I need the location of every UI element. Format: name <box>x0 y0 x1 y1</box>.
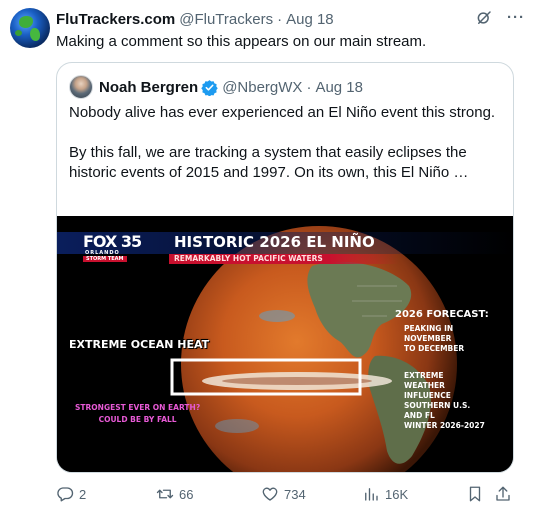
reply-count: 2 <box>79 486 87 502</box>
post-actions: 2 66 734 16K <box>56 478 514 510</box>
quoted-author-avatar[interactable] <box>69 75 93 99</box>
forecast-title: 2026 FORECAST: <box>395 309 489 320</box>
author-avatar[interactable] <box>10 8 50 48</box>
author-handle[interactable]: @FluTrackers <box>179 11 273 28</box>
bookmark-icon <box>469 486 481 502</box>
separator: · <box>306 78 312 96</box>
graphic-subhead: REMARKABLY HOT PACIFIC WATERS <box>174 254 323 263</box>
globe-land <box>19 16 33 28</box>
view-count: 16K <box>385 486 409 502</box>
graphic-headline: HISTORIC 2026 EL NIÑO <box>174 233 375 251</box>
quoted-author-name[interactable]: Noah Bergren <box>99 79 198 96</box>
share-icon <box>496 486 510 501</box>
quoted-author-handle[interactable]: @NbergWX <box>222 79 302 96</box>
more-icon[interactable]: ··· <box>507 9 525 27</box>
media-image[interactable]: FOX 35 ORLANDO STORM TEAM HISTORIC 2026 … <box>57 216 513 472</box>
quoted-post-header: Noah Bergren @NbergWX · Aug 18 <box>69 75 363 99</box>
bookmark-button[interactable] <box>466 485 484 503</box>
grok-icon[interactable] <box>475 9 493 27</box>
fox35-logo: FOX 35 <box>83 232 142 251</box>
quoted-post[interactable]: Noah Bergren @NbergWX · Aug 18 Nobody al… <box>56 62 514 473</box>
repost-button[interactable]: 66 <box>156 485 193 503</box>
repost-count: 66 <box>179 486 194 502</box>
post-header: FluTrackers.com @FluTrackers · Aug 18 ··… <box>56 9 525 29</box>
like-button[interactable]: 734 <box>261 485 306 503</box>
heart-icon <box>262 487 278 501</box>
post-date[interactable]: Aug 18 <box>286 11 334 28</box>
separator: · <box>277 10 283 28</box>
like-count: 734 <box>284 486 306 502</box>
reply-icon <box>57 487 74 502</box>
globe-land <box>15 30 22 36</box>
quoted-text-paragraph: Nobody alive has ever experienced an El … <box>69 104 496 121</box>
forecast-influence: EXTREME WEATHER INFLUENCE SOUTHERN U.S. … <box>404 371 485 430</box>
quoted-text-paragraph: By this fall, we are tracking a system t… <box>69 144 469 181</box>
post-text: Making a comment so this appears on our … <box>56 33 427 50</box>
quoted-post-text: Nobody alive has ever experienced an El … <box>69 103 503 183</box>
quoted-post-date[interactable]: Aug 18 <box>315 79 363 96</box>
fox35-storm-team: STORM TEAM <box>83 256 127 262</box>
reply-button[interactable]: 2 <box>56 485 86 503</box>
share-button[interactable] <box>494 485 512 503</box>
strongest-label: STRONGEST EVER ON EARTH? COULD BE BY FAL… <box>75 403 201 424</box>
ocean-heat-label: EXTREME OCEAN HEAT <box>69 338 210 351</box>
views-button[interactable]: 16K <box>362 485 408 503</box>
forecast-peaking: PEAKING IN NOVEMBER TO DECEMBER <box>404 324 465 353</box>
verified-badge-icon <box>201 79 218 96</box>
globe-land <box>30 28 40 41</box>
header-actions: ··· <box>475 9 525 27</box>
repost-icon <box>156 489 174 499</box>
views-icon <box>365 488 378 501</box>
author-name[interactable]: FluTrackers.com <box>56 11 175 28</box>
